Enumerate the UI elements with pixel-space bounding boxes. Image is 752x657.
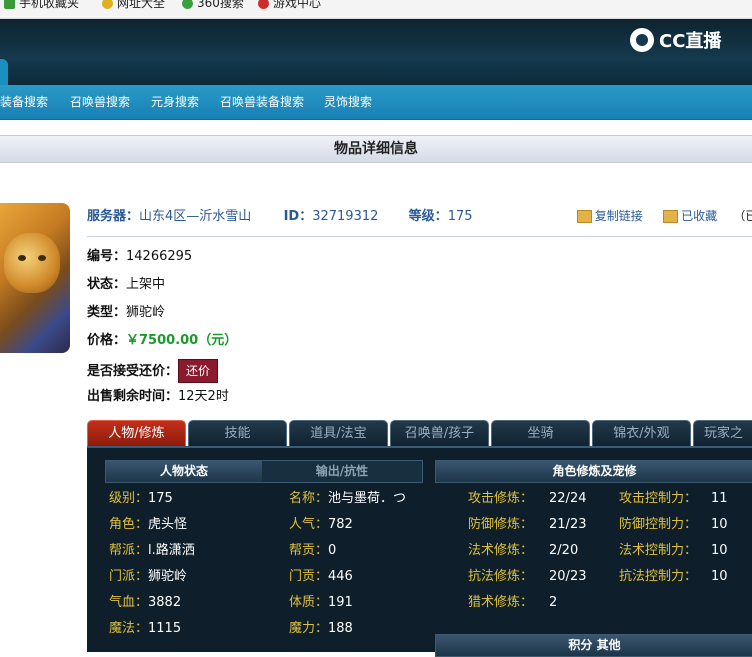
time-left-value: 12天2时 (178, 389, 229, 404)
cultivation-section-title: 角色修炼及宠修 (435, 460, 752, 483)
copy-link-button[interactable]: 复制链接 (576, 209, 643, 224)
tab-items-treasures[interactable]: 道具/法宝 (289, 420, 388, 446)
price-row: 价格：￥7500.00（元） (87, 333, 238, 348)
price-value: ￥7500.00（元） (126, 333, 238, 348)
globe-icon (102, 0, 113, 9)
favorite-button[interactable]: 已收藏 (663, 209, 717, 224)
page-title: 物品详细信息 (0, 135, 752, 163)
cultivation-attack: 攻击修炼： 22/24 (468, 491, 587, 506)
character-avatar (0, 203, 70, 353)
phone-icon (4, 0, 15, 9)
type-value: 狮驼岭 (126, 305, 166, 320)
server-value: 山东4区—沂水雪山 (139, 209, 252, 224)
tab-player[interactable]: 玩家之 (693, 420, 752, 446)
stat-magic-power: 魔力：188 (289, 621, 353, 636)
status-subtabs: 人物状态 输出/抗性 (105, 460, 423, 483)
tab-outfits[interactable]: 锦衣/外观 (592, 420, 691, 446)
time-left-row: 出售剩余时间：12天2时 (87, 389, 229, 404)
nav-pet-search[interactable]: 召唤兽搜索 (70, 85, 130, 119)
stat-mp: 魔法：1115 (109, 621, 182, 636)
copy-link-icon (576, 210, 592, 223)
stat-guild: 帮派：l.路潇洒 (109, 543, 195, 558)
cultivation-hunting: 猎术修炼： 2 (468, 595, 558, 610)
cultivation-defense: 防御修炼： 21/23 (468, 517, 587, 532)
tab-skills[interactable]: 技能 (188, 420, 287, 446)
item-number-row: 编号：14266295 (87, 249, 193, 264)
site-header: CC直播 (0, 19, 752, 85)
stat-popularity: 人气：782 (289, 517, 353, 532)
stat-sect: 门派：狮驼岭 (109, 569, 188, 584)
control-attack: 攻击控制力： 11 (619, 491, 728, 506)
bookmarks-bar: 手机收藏夹 网址大全 360搜索 游戏中心 (0, 0, 752, 19)
nav-ornament-search[interactable]: 灵饰搜索 (324, 85, 372, 119)
game-icon (258, 0, 269, 9)
cultivation-magic-resist: 抗法修炼： 20/23 (468, 569, 587, 584)
subtab-character-status[interactable]: 人物状态 (106, 461, 262, 482)
stat-name: 名称：池与墨荷．つ (289, 491, 407, 506)
stat-sect-contribution: 门贡：446 (289, 569, 353, 584)
cultivation-magic: 法术修炼： 2/20 (468, 543, 579, 558)
favorite-icon (663, 210, 679, 223)
cc-live-logo: CC直播 (630, 25, 721, 55)
avatar-eye (18, 255, 26, 261)
tab-mounts[interactable]: 坐骑 (491, 420, 590, 446)
level-value: 175 (447, 209, 473, 224)
nav-spirit-search[interactable]: 元身搜索 (151, 85, 199, 119)
level-label: 等级： (408, 209, 448, 224)
status-value: 上架中 (126, 277, 166, 292)
nav-equipment-search[interactable]: 装备搜索 (0, 85, 48, 119)
detail-tabs: 人物/修炼 技能 道具/法宝 召唤兽/孩子 坐骑 锦衣/外观 玩家之 (87, 420, 752, 446)
search-icon (182, 0, 193, 9)
subtab-output-resistance[interactable]: 输出/抗性 (262, 461, 422, 482)
item-number: 14266295 (126, 249, 193, 264)
haggle-row: 是否接受还价： 还价 (87, 359, 219, 383)
tab-character-cultivation[interactable]: 人物/修炼 (87, 420, 186, 446)
search-nav: 装备搜索 召唤兽搜索 元身搜索 召唤兽装备搜索 灵饰搜索 (0, 85, 752, 120)
server-label: 服务器： (87, 209, 140, 224)
character-panel: 人物状态 输出/抗性 角色修炼及宠修 级别：175 角色：虎头怪 帮派：l.路潇… (87, 446, 752, 657)
bookmark-item[interactable]: 网址大全 (102, 0, 165, 12)
header-tab[interactable] (0, 59, 8, 85)
score-section-title: 积分 其他 (435, 634, 752, 657)
id-value: 32719312 (312, 209, 379, 224)
stat-hp: 气血：3882 (109, 595, 182, 610)
haggle-button[interactable]: 还价 (178, 359, 219, 383)
avatar-eye (38, 255, 46, 261)
bookmark-item[interactable]: 手机收藏夹 (4, 0, 79, 12)
type-row: 类型：狮驼岭 (87, 305, 166, 320)
id-label: ID： (283, 209, 313, 224)
control-magic-resist: 抗法控制力： 10 (619, 569, 728, 584)
bookmark-item[interactable]: 游戏中心 (258, 0, 321, 12)
tiger-face (4, 233, 60, 293)
status-row: 状态：上架中 (87, 277, 166, 292)
cc-logo-icon (630, 28, 654, 52)
control-magic: 法术控制力： 10 (619, 543, 728, 558)
bookmark-item[interactable]: 360搜索 (182, 0, 244, 12)
stat-constitution: 体质：191 (289, 595, 353, 610)
nav-pet-equipment-search[interactable]: 召唤兽装备搜索 (220, 85, 304, 119)
item-summary: 服务器：山东4区—沂水雪山 ID：32719312 等级：175 复制链接 已收… (87, 200, 752, 237)
tab-pets-children[interactable]: 召唤兽/孩子 (390, 420, 489, 446)
stat-guild-contribution: 帮贡：0 (289, 543, 337, 558)
favorite-count-text: （已有 (733, 209, 752, 223)
stat-level: 级别：175 (109, 491, 173, 506)
control-defense: 防御控制力： 10 (619, 517, 728, 532)
stat-role: 角色：虎头怪 (109, 517, 188, 532)
